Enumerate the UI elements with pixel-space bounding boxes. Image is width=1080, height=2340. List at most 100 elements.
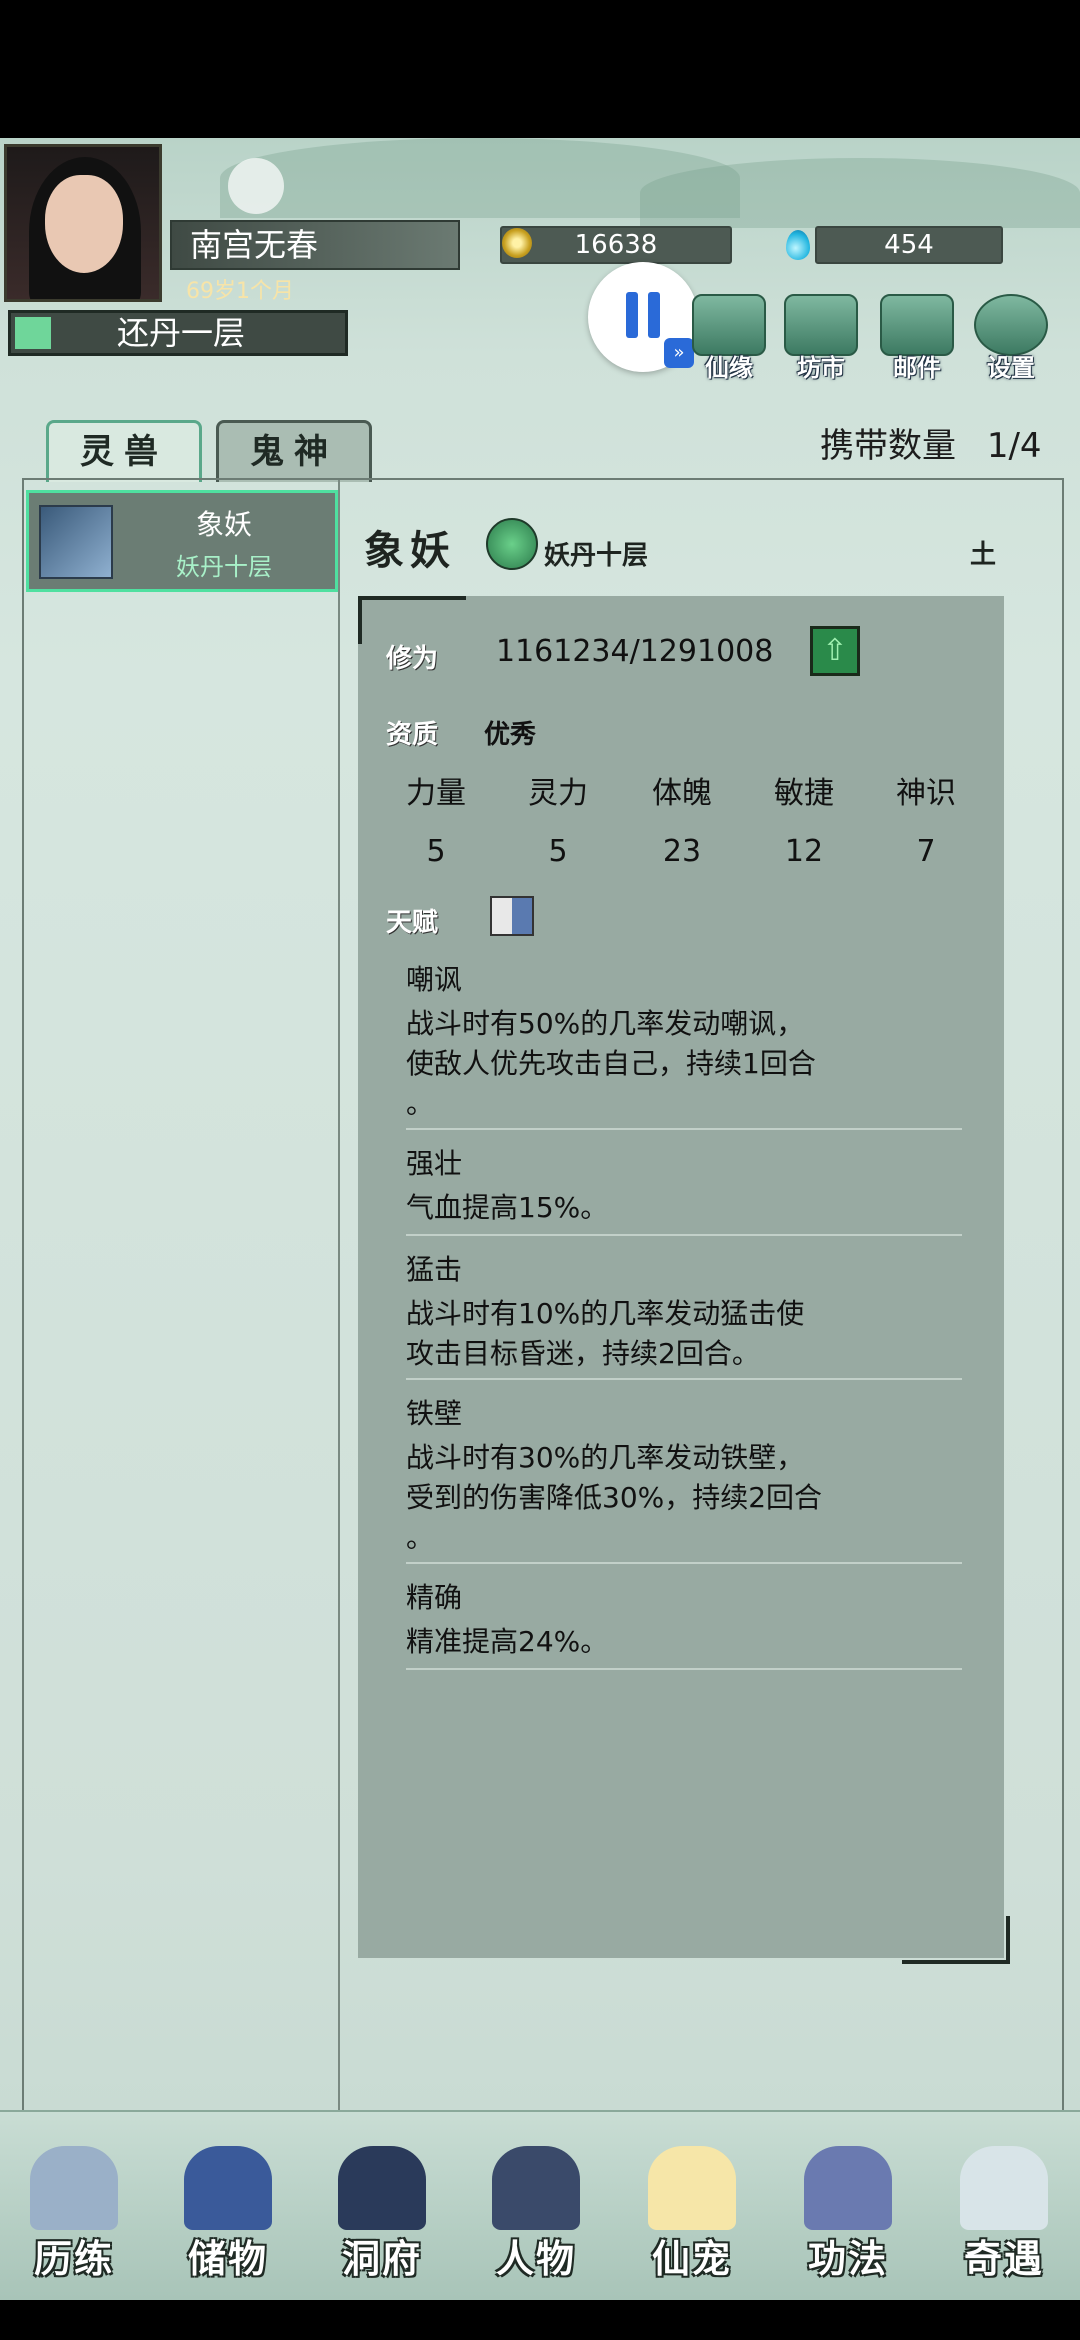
aptitude-value: 优秀 bbox=[484, 720, 537, 750]
talent-desc: 战斗时有30%的几率发动铁壁， 受到的伤害降低30%，持续2回合 。 bbox=[406, 1441, 823, 1554]
nav-label: 人物 bbox=[495, 2237, 576, 2281]
nav-character[interactable]: 人物 bbox=[466, 2138, 606, 2288]
nav-storage[interactable]: 储物 bbox=[158, 2138, 298, 2288]
talent-item: 铁壁 战斗时有30%的几率发动铁壁， 受到的伤害降低30%，持续2回合 。 bbox=[406, 1392, 962, 1564]
player-name: 南宫无春 bbox=[170, 220, 460, 270]
nav-label: 仙宠 bbox=[651, 2237, 732, 2281]
talent-item: 嘲讽 战斗时有50%的几率发动嘲讽， 使敌人优先攻击自己，持续1回合 。 bbox=[406, 958, 962, 1130]
nav-label: 奇遇 bbox=[963, 2237, 1044, 2281]
mail-button[interactable]: 邮件 bbox=[872, 294, 962, 384]
nav-label: 洞府 bbox=[341, 2237, 422, 2281]
tab-spirit-beast[interactable]: 灵兽 bbox=[46, 420, 202, 482]
stat-divine-sense: 神识 7 bbox=[866, 768, 986, 869]
talent-item: 强壮 气血提高15%。 bbox=[406, 1142, 962, 1236]
mountain-icon bbox=[30, 2146, 118, 2230]
coin-icon bbox=[502, 228, 532, 258]
stat-value: 7 bbox=[916, 834, 936, 869]
stat-value: 5 bbox=[548, 834, 568, 869]
frame-corner bbox=[902, 1916, 1010, 1964]
stat-label: 体魄 bbox=[652, 776, 712, 811]
talent-label: 天赋 bbox=[386, 908, 439, 938]
gem-counter: 454 bbox=[815, 226, 1003, 264]
mail-icon bbox=[880, 294, 954, 356]
market-button[interactable]: 坊市 bbox=[776, 294, 866, 384]
moon-decor bbox=[228, 158, 284, 214]
fairy-button[interactable]: 仙缘 bbox=[684, 294, 774, 384]
pet-list bbox=[22, 480, 340, 2208]
pet-title-level: 妖丹十层 bbox=[544, 541, 649, 571]
realm-bar: 还丹一层 bbox=[8, 310, 348, 356]
aptitude-label: 资质 bbox=[386, 720, 439, 750]
nav-training[interactable]: 历练 bbox=[4, 2138, 144, 2288]
bag-icon bbox=[184, 2146, 272, 2230]
stat-value: 12 bbox=[784, 834, 824, 869]
market-label: 坊市 bbox=[797, 354, 845, 382]
pagoda-icon bbox=[338, 2146, 426, 2230]
nav-adventure[interactable]: 奇遇 bbox=[934, 2138, 1074, 2288]
elephant-demon-thumbnail bbox=[39, 505, 113, 579]
pause-icon bbox=[648, 292, 660, 338]
avatar-face bbox=[45, 175, 123, 273]
mountain-decor bbox=[640, 158, 1080, 228]
nav-label: 功法 bbox=[807, 2237, 888, 2281]
settings-button[interactable]: 设置 bbox=[966, 294, 1056, 384]
carry-value: 1/4 bbox=[986, 426, 1042, 466]
mail-label: 邮件 bbox=[893, 354, 941, 382]
cultivation-label: 修为 bbox=[386, 644, 439, 674]
player-age: 69岁1个月 bbox=[186, 279, 294, 304]
stat-label: 力量 bbox=[406, 776, 466, 811]
nav-skills[interactable]: 功法 bbox=[778, 2138, 918, 2288]
talent-name: 铁壁 bbox=[406, 1397, 463, 1430]
nav-cave[interactable]: 洞府 bbox=[312, 2138, 452, 2288]
rename-brush-icon[interactable] bbox=[486, 518, 538, 570]
frame-corner bbox=[358, 596, 466, 644]
talent-name: 强壮 bbox=[406, 1147, 463, 1180]
stat-label: 神识 bbox=[896, 776, 956, 811]
game-screen: 南宫无春 69岁1个月 还丹一层 16638 454 » 仙缘 坊市 邮件 设置… bbox=[0, 138, 1080, 2298]
pet-element: 土 bbox=[970, 540, 997, 570]
talent-item: 猛击 战斗时有10%的几率发动猛击使 攻击目标昏迷，持续2回合。 bbox=[406, 1248, 962, 1380]
talent-desc: 气血提高15%。 bbox=[406, 1191, 609, 1224]
spirit-stone-icon bbox=[786, 230, 810, 260]
coin-counter: 16638 bbox=[500, 226, 732, 264]
fairy-icon bbox=[692, 294, 766, 356]
cultivation-value: 1161234/1291008 bbox=[496, 634, 774, 669]
stat-physique: 体魄 23 bbox=[622, 768, 742, 869]
nav-label: 储物 bbox=[187, 2237, 268, 2281]
stat-value: 23 bbox=[662, 834, 702, 869]
carry-count: 携带数量 1/4 bbox=[820, 418, 1042, 467]
stat-spirit: 灵力 5 bbox=[498, 768, 618, 869]
stat-label: 敏捷 bbox=[774, 776, 834, 811]
talent-item: 精确 精准提高24%。 bbox=[406, 1576, 962, 1670]
tab-ghost-god[interactable]: 鬼神 bbox=[216, 420, 372, 482]
level-up-button[interactable]: ⇧ bbox=[810, 626, 860, 676]
realm-progress-fill bbox=[15, 317, 51, 349]
fairy-label: 仙缘 bbox=[705, 354, 753, 382]
book-icon[interactable] bbox=[490, 896, 534, 936]
talent-name: 精确 bbox=[406, 1581, 463, 1614]
ghost-pet-icon bbox=[648, 2146, 736, 2230]
pet-list-item-name: 象妖 bbox=[195, 508, 252, 541]
talent-desc: 精准提高24%。 bbox=[406, 1625, 609, 1658]
talent-name: 嘲讽 bbox=[406, 963, 463, 996]
carry-label: 携带数量 bbox=[820, 426, 956, 466]
stat-label: 灵力 bbox=[528, 776, 588, 811]
pause-icon bbox=[626, 292, 638, 338]
stat-strength: 力量 5 bbox=[376, 768, 496, 869]
pet-list-item[interactable]: 象妖 妖丹十层 bbox=[26, 490, 338, 592]
stat-agility: 敏捷 12 bbox=[744, 768, 864, 869]
market-icon bbox=[784, 294, 858, 356]
settings-label: 设置 bbox=[987, 354, 1035, 382]
pet-title-name: 象妖 bbox=[364, 528, 456, 574]
talent-desc: 战斗时有10%的几率发动猛击使 攻击目标昏迷，持续2回合。 bbox=[406, 1297, 805, 1370]
person-icon bbox=[492, 2146, 580, 2230]
scroll-icon bbox=[804, 2146, 892, 2230]
realm-label: 还丹一层 bbox=[116, 314, 245, 352]
nav-label: 历练 bbox=[33, 2237, 114, 2281]
stat-value: 5 bbox=[426, 834, 446, 869]
avatar[interactable] bbox=[4, 144, 162, 302]
pet-list-item-level: 妖丹十层 bbox=[176, 553, 272, 581]
nav-pet[interactable]: 仙宠 bbox=[622, 2138, 762, 2288]
talent-desc: 战斗时有50%的几率发动嘲讽， 使敌人优先攻击自己，持续1回合 。 bbox=[406, 1007, 816, 1120]
gear-icon bbox=[974, 294, 1048, 356]
